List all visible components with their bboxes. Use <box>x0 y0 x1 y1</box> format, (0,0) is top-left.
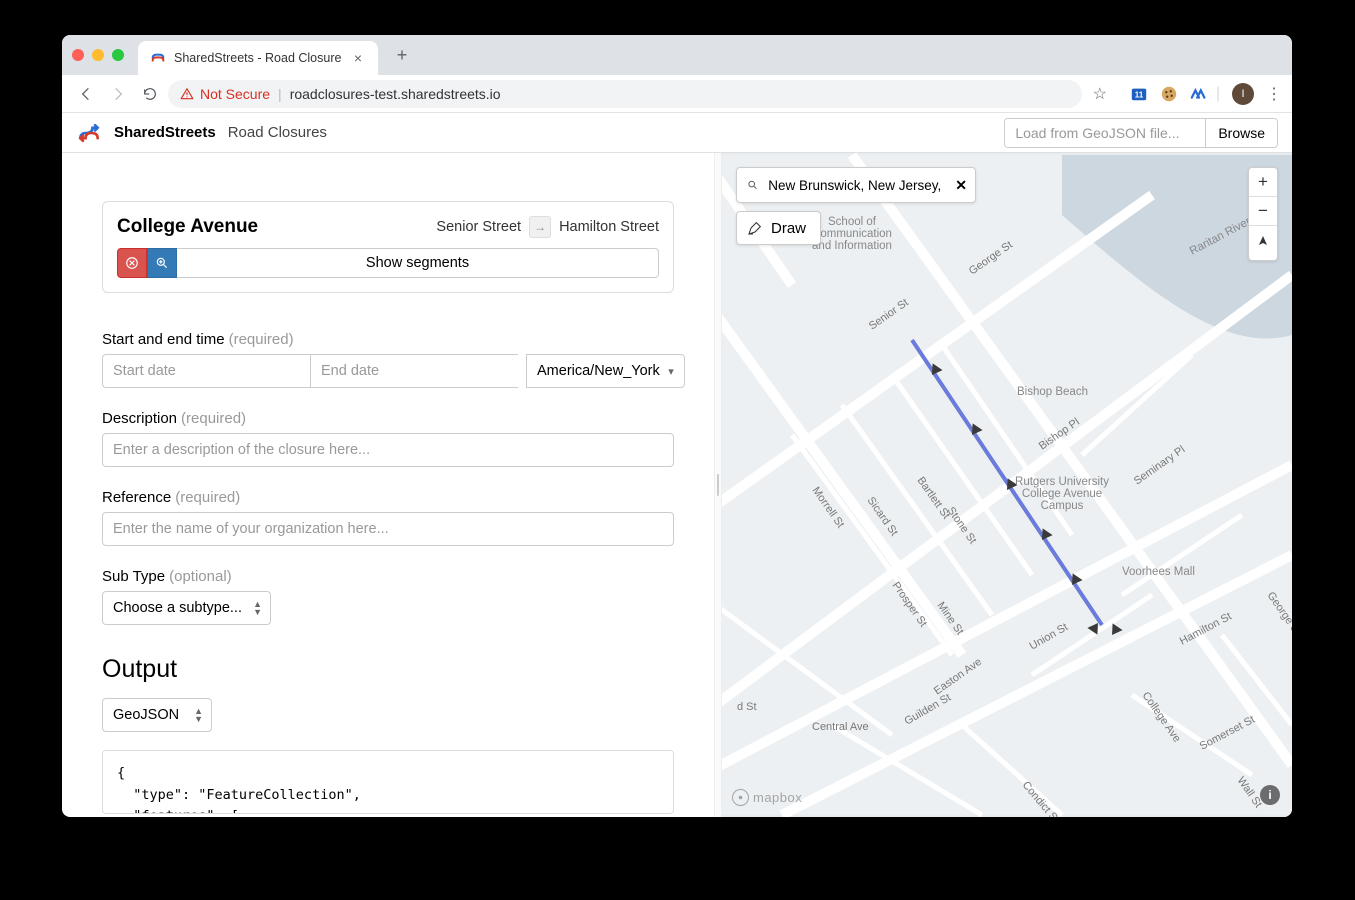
search-icon <box>747 178 758 192</box>
reference-input[interactable] <box>102 512 674 546</box>
window-controls <box>72 49 124 61</box>
from-street: Senior Street <box>436 219 521 235</box>
app-subtitle: Road Closures <box>228 124 327 141</box>
extension-icon[interactable] <box>1160 85 1178 103</box>
maximize-window-button[interactable] <box>112 49 124 61</box>
browser-toolbar: Not Secure | roadclosures-test.sharedstr… <box>62 75 1292 113</box>
arrow-right-icon: → <box>529 216 551 238</box>
address-bar[interactable]: Not Secure | roadclosures-test.sharedstr… <box>168 80 1082 108</box>
subtype-select[interactable]: Choose a subtype... ▲▼ <box>102 591 271 625</box>
new-tab-button[interactable]: + <box>388 41 416 69</box>
street-card: College Avenue Senior Street → Hamilton … <box>102 201 674 293</box>
svg-text:Central Ave: Central Ave <box>812 721 869 733</box>
app-content: College Avenue Senior Street → Hamilton … <box>62 153 1292 817</box>
back-button[interactable] <box>72 80 100 108</box>
zoom-out-button[interactable]: − <box>1249 197 1277 226</box>
map-search-input[interactable] <box>768 178 945 193</box>
mapbox-attribution[interactable]: mapbox <box>732 788 802 807</box>
compass-button[interactable] <box>1249 226 1277 260</box>
zoom-to-street-button[interactable] <box>147 248 177 278</box>
file-loader: Browse <box>1004 118 1278 148</box>
output-code: { "type": "FeatureCollection", "features… <box>102 750 674 814</box>
show-segments-button[interactable]: Show segments <box>177 248 659 278</box>
close-window-button[interactable] <box>72 49 84 61</box>
panel-resize-handle[interactable] <box>714 153 722 817</box>
form-panel: College Avenue Senior Street → Hamilton … <box>62 153 714 817</box>
zoom-in-button[interactable]: + <box>1249 168 1277 197</box>
map-canvas[interactable]: Raritan River <box>722 153 1292 817</box>
map-panel[interactable]: Raritan River <box>722 153 1292 817</box>
app-header: SharedStreets Road Closures Browse <box>62 113 1292 153</box>
browser-window: SharedStreets - Road Closure × + Not Sec… <box>62 35 1292 817</box>
app-title: SharedStreets <box>114 124 216 141</box>
description-input[interactable] <box>102 433 674 467</box>
output-heading: Output <box>102 655 674 684</box>
clear-search-button[interactable]: ✕ <box>955 177 967 194</box>
street-name: College Avenue <box>117 216 258 238</box>
profile-avatar[interactable]: I <box>1232 83 1254 105</box>
extensions: 11 <box>1130 85 1208 103</box>
bookmark-star-icon[interactable]: ☆ <box>1086 80 1114 108</box>
favicon-icon <box>150 50 166 66</box>
to-street: Hamilton Street <box>559 219 659 235</box>
security-indicator[interactable]: Not Secure <box>180 86 270 102</box>
subtype-label: Sub Type(optional) <box>102 568 674 585</box>
map-search: ✕ <box>736 167 976 203</box>
zoom-controls: + − <box>1248 167 1278 261</box>
browser-tab[interactable]: SharedStreets - Road Closure × <box>138 41 378 75</box>
tab-title: SharedStreets - Road Closure <box>174 51 341 65</box>
reference-label: Reference(required) <box>102 489 674 506</box>
svg-text:11: 11 <box>1135 90 1144 99</box>
start-date-input[interactable] <box>102 354 310 388</box>
reload-button[interactable] <box>136 80 164 108</box>
browse-button[interactable]: Browse <box>1205 119 1277 147</box>
draw-button[interactable]: Draw <box>736 211 821 245</box>
close-tab-button[interactable]: × <box>350 50 366 66</box>
street-path: Senior Street → Hamilton Street <box>436 216 659 238</box>
app-logo-icon <box>76 122 102 144</box>
extension-icon[interactable]: 11 <box>1130 85 1148 103</box>
delete-street-button[interactable] <box>117 248 147 278</box>
pencil-icon <box>747 220 763 236</box>
output-format-select[interactable]: GeoJSON ▲▼ <box>102 698 212 732</box>
file-path-input[interactable] <box>1005 119 1205 147</box>
svg-text:Bishop Beach: Bishop Beach <box>1017 386 1088 398</box>
time-label: Start and end time(required) <box>102 331 674 348</box>
forward-button[interactable] <box>104 80 132 108</box>
svg-text:d St: d St <box>737 701 757 713</box>
minimize-window-button[interactable] <box>92 49 104 61</box>
timezone-select[interactable]: America/New_York <box>526 354 685 388</box>
extension-icon[interactable] <box>1190 85 1208 103</box>
description-label: Description(required) <box>102 410 674 427</box>
end-date-input[interactable] <box>310 354 518 388</box>
svg-text:Voorhees Mall: Voorhees Mall <box>1122 566 1195 578</box>
tab-strip: SharedStreets - Road Closure × + <box>62 35 1292 75</box>
map-info-button[interactable]: i <box>1260 785 1280 805</box>
browser-menu-button[interactable]: ⋮ <box>1266 84 1282 104</box>
url-text: roadclosures-test.sharedstreets.io <box>290 86 501 102</box>
